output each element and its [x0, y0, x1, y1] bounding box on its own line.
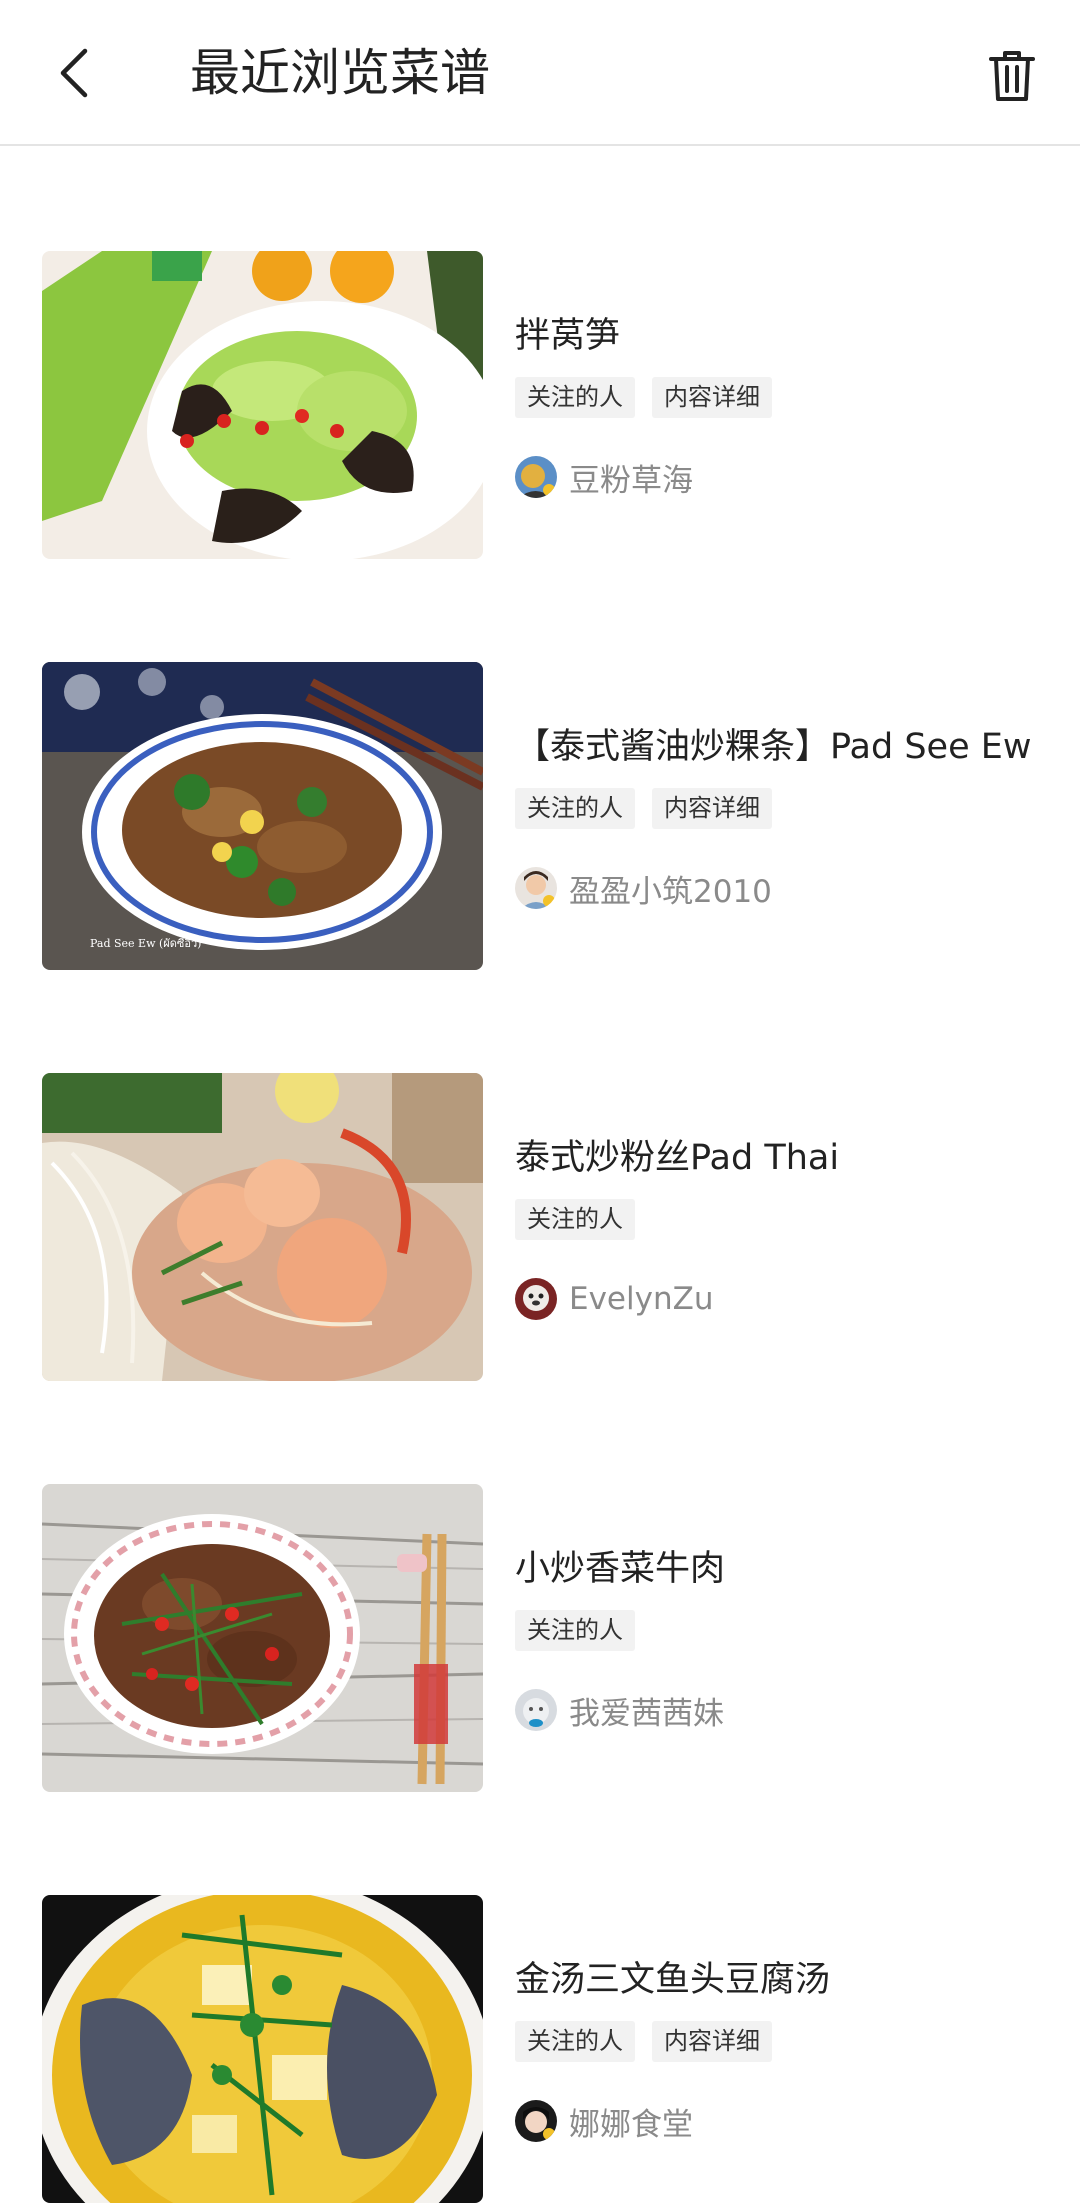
recipe-tags: 关注的人 内容详细 [515, 377, 772, 418]
author-name: 我爱茜茜妹 [569, 1695, 724, 1732]
recipe-item[interactable]: 泰式炒粉丝Pad Thai 关注的人 EvelynZu [0, 1073, 1080, 1381]
trash-icon [989, 51, 1035, 101]
recipe-item[interactable]: 小炒香菜牛肉 关注的人 我爱茜茜妹 [0, 1484, 1080, 1792]
tag-followed: 关注的人 [515, 377, 635, 418]
recipe-author[interactable]: 我爱茜茜妹 [515, 1688, 724, 1732]
avatar [515, 2100, 557, 2142]
top-bar: 最近浏览菜谱 [0, 0, 1080, 146]
recipe-tags: 关注的人 内容详细 [515, 2021, 772, 2062]
clear-history-button[interactable] [974, 38, 1050, 114]
recipe-item[interactable]: Pad See Ew (ผัดซีอิ๊ว) 【泰式酱油炒粿条】Pad See … [0, 662, 1080, 970]
recipe-thumbnail[interactable] [42, 1484, 483, 1792]
recipe-title[interactable]: 金汤三文鱼头豆腐汤 [515, 1951, 830, 2002]
chevron-left-icon [60, 48, 88, 98]
recipe-author[interactable]: EvelynZu [515, 1277, 714, 1321]
recipe-tags: 关注的人 [515, 1199, 635, 1240]
recipe-title[interactable]: 泰式炒粉丝Pad Thai [515, 1129, 839, 1180]
recipe-tags: 关注的人 内容详细 [515, 788, 772, 829]
recipe-thumbnail[interactable]: Pad See Ew (ผัดซีอิ๊ว) [42, 662, 483, 970]
author-name: EvelynZu [569, 1281, 714, 1317]
tag-followed: 关注的人 [515, 1610, 635, 1651]
author-name: 娜娜食堂 [569, 2106, 693, 2143]
recipe-item[interactable]: 金汤三文鱼头豆腐汤 关注的人 内容详细 娜娜食堂 [0, 1895, 1080, 2203]
recipe-thumbnail[interactable] [42, 1895, 483, 2203]
photo-caption: Pad See Ew (ผัดซีอิ๊ว) [90, 935, 201, 950]
tag-detailed: 内容详细 [652, 377, 772, 418]
recipe-author[interactable]: 娜娜食堂 [515, 2099, 693, 2143]
recipe-author[interactable]: 盈盈小筑2010 [515, 866, 772, 910]
avatar [515, 456, 557, 498]
recipe-title[interactable]: 小炒香菜牛肉 [515, 1540, 725, 1591]
recipe-item[interactable]: 拌莴笋 关注的人 内容详细 豆粉草海 [0, 251, 1080, 559]
avatar [515, 1689, 557, 1731]
recipe-author[interactable]: 豆粉草海 [515, 455, 693, 499]
back-button[interactable] [40, 38, 110, 108]
recipe-thumbnail[interactable] [42, 1073, 483, 1381]
recipe-thumbnail[interactable] [42, 251, 483, 559]
tag-followed: 关注的人 [515, 788, 635, 829]
avatar [515, 1278, 557, 1320]
avatar [515, 867, 557, 909]
tag-followed: 关注的人 [515, 1199, 635, 1240]
tag-followed: 关注的人 [515, 2021, 635, 2062]
recipe-title[interactable]: 拌莴笋 [515, 307, 620, 358]
recipe-tags: 关注的人 [515, 1610, 635, 1651]
tag-detailed: 内容详细 [652, 2021, 772, 2062]
tag-detailed: 内容详细 [652, 788, 772, 829]
recipe-title[interactable]: 【泰式酱油炒粿条】Pad See Ew [515, 718, 1031, 769]
author-name: 豆粉草海 [569, 462, 693, 499]
page-title: 最近浏览菜谱 [190, 44, 490, 102]
author-name: 盈盈小筑2010 [569, 873, 772, 910]
